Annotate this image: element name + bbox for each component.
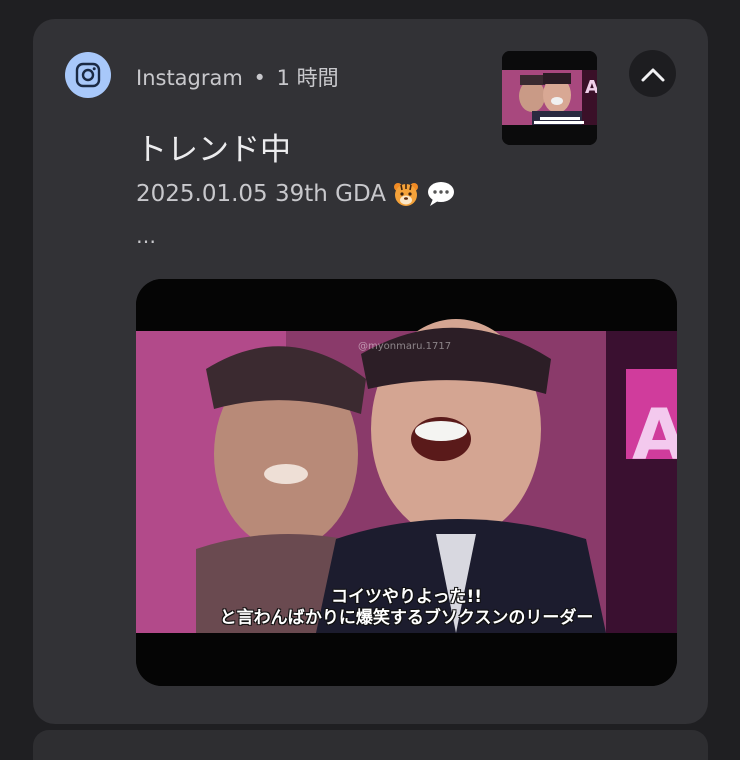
- chevron-up-icon: [641, 68, 664, 81]
- notification-body-text: 2025.01.05 39th GDA: [136, 181, 387, 207]
- instagram-icon: [65, 52, 111, 98]
- svg-text:A: A: [632, 394, 677, 476]
- collapse-button[interactable]: [629, 50, 676, 97]
- notification-title: トレンド中: [136, 132, 291, 168]
- svg-text:A: A: [585, 77, 597, 98]
- next-notification-card[interactable]: [33, 730, 708, 760]
- speech-bubble-emoji: [426, 180, 456, 208]
- notification-more-ellipsis: …: [136, 224, 156, 248]
- notification-thumbnail[interactable]: A: [502, 51, 597, 145]
- notification-header: Instagram • 1 時間: [136, 62, 339, 92]
- notification-time: 1 時間: [276, 66, 339, 90]
- video-caption-line-2: と言わんばかりに爆笑するブソクスンのリーダー: [219, 608, 594, 628]
- separator-dot: •: [253, 66, 266, 90]
- notification-media-image[interactable]: A @myonmaru.1717 コイツやりよった!! と言わんばかりに爆笑する…: [136, 279, 677, 686]
- tiger-face-emoji: [392, 180, 420, 208]
- video-watermark: @myonmaru.1717: [358, 341, 452, 352]
- notification-body: 2025.01.05 39th GDA: [136, 180, 456, 208]
- app-name: Instagram: [136, 66, 243, 90]
